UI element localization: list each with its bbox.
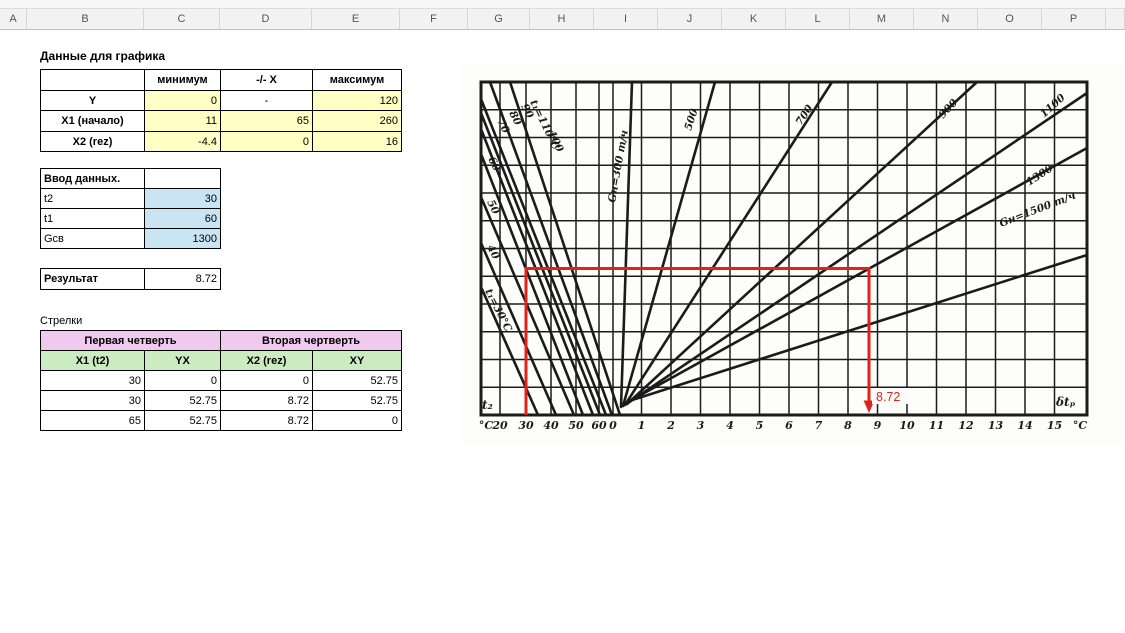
cell[interactable]: 52.75 [312, 370, 402, 391]
cell[interactable]: Результат [40, 268, 145, 290]
cell[interactable]: 0 [220, 370, 313, 391]
table-strelki: Первая четверть Вторая чертверть X1 (t2)… [40, 330, 402, 431]
spreadsheet-window: { "window": { "columns": ["A","B","C","D… [0, 0, 1125, 633]
cell[interactable]: 0 [144, 90, 221, 111]
axis-tick-label: 50 [568, 419, 584, 432]
axis-tick-label: 0 [609, 419, 617, 432]
axis-tick-label: 10 [899, 419, 915, 432]
column-header-K[interactable]: K [722, 9, 786, 29]
axis-tick-label: 9 [874, 419, 882, 432]
cell[interactable]: Первая четверть [40, 330, 221, 351]
axis-name-label: δtₚ [1055, 395, 1076, 409]
nomogram-svg: t₁=30°C405060708090100t₁=110°CGн=300 т/ч… [460, 63, 1125, 445]
axis-tick-label: 5 [756, 419, 764, 432]
axis-tick-label: 30 [518, 419, 534, 432]
axis-tick-label: 4 [726, 419, 734, 432]
axis-tick-label: 11 [929, 419, 944, 432]
cell[interactable]: 8.72 [220, 390, 313, 411]
column-header-I[interactable]: I [594, 9, 658, 29]
axis-tick-label: °C [1073, 419, 1088, 432]
column-header-G[interactable]: G [468, 9, 530, 29]
input-cell-t1[interactable]: 60 [144, 208, 221, 229]
column-header-A[interactable]: A [0, 9, 27, 29]
axis-name-label: t₂ [482, 398, 493, 412]
column-header-H[interactable]: H [530, 9, 594, 29]
cell[interactable] [40, 69, 145, 91]
axis-tick-label: 7 [815, 419, 823, 432]
column-header-N[interactable]: N [914, 9, 978, 29]
cell[interactable]: -4.4 [144, 131, 221, 152]
table-dannye-title[interactable]: Данные для графика [40, 49, 165, 63]
cell[interactable]: Вторая чертверть [220, 330, 402, 351]
cell[interactable]: минимум [144, 69, 221, 91]
column-header-partial [1106, 9, 1125, 29]
cell[interactable]: t2 [40, 188, 145, 209]
column-header-O[interactable]: O [978, 9, 1042, 29]
cell[interactable]: -/- X [220, 69, 313, 91]
axis-tick-label: 2 [666, 419, 675, 432]
cell[interactable]: 65 [220, 110, 313, 132]
cell[interactable]: X2 (rez) [40, 131, 145, 152]
column-header-F[interactable]: F [400, 9, 468, 29]
axis-tick-label: 3 [697, 419, 705, 432]
column-header-P[interactable]: P [1042, 9, 1106, 29]
input-cell-gsv[interactable]: 1300 [144, 228, 221, 249]
column-header-L[interactable]: L [786, 9, 850, 29]
column-header-row: ABCDEFGHIJKLMNOP [0, 8, 1125, 30]
column-header-J[interactable]: J [658, 9, 722, 29]
axis-tick-label: 1 [638, 419, 646, 432]
cell[interactable]: t1 [40, 208, 145, 229]
cell[interactable]: X2 (rez) [220, 350, 313, 371]
cell[interactable]: 260 [312, 110, 402, 132]
cell[interactable]: Ввод данных. [40, 168, 145, 189]
input-cell-t2[interactable]: 30 [144, 188, 221, 209]
cell[interactable]: 30 [40, 390, 145, 411]
nomogram-chart-image[interactable]: t₁=30°C405060708090100t₁=110°CGн=300 т/ч… [460, 55, 1125, 450]
column-header-B[interactable]: B [27, 9, 144, 29]
axis-tick-label: 14 [1017, 419, 1032, 432]
cell[interactable]: 16 [312, 131, 402, 152]
axis-tick-label: °C [479, 419, 494, 432]
axis-tick-label: 6 [785, 419, 793, 432]
red-result-label: 8.72 [876, 390, 900, 404]
cell[interactable]: 65 [40, 410, 145, 431]
cell[interactable] [144, 168, 221, 189]
cell[interactable]: XY [312, 350, 402, 371]
cell[interactable]: Y [40, 90, 145, 111]
column-header-E[interactable]: E [312, 9, 400, 29]
cell[interactable]: Gсв [40, 228, 145, 249]
cell[interactable]: 8.72 [220, 410, 313, 431]
table-rezultat: Результат 8.72 [40, 268, 221, 290]
cell[interactable]: 11 [144, 110, 221, 132]
cell[interactable]: 52.75 [312, 390, 402, 411]
cell[interactable]: 0 [312, 410, 402, 431]
cell[interactable]: YX [144, 350, 221, 371]
cell[interactable]: X1 (начало) [40, 110, 145, 132]
axis-tick-label: 40 [543, 419, 559, 432]
axis-tick-label: 15 [1047, 419, 1062, 432]
cell[interactable]: 52.75 [144, 410, 221, 431]
axis-tick-label: 60 [591, 419, 607, 432]
axis-tick-label: 13 [988, 419, 1004, 432]
cell[interactable]: максимум [312, 69, 402, 91]
table-strelki-title[interactable]: Стрелки [40, 315, 82, 327]
axis-tick-label: 12 [958, 419, 974, 432]
cell[interactable]: - [220, 90, 313, 111]
cell[interactable]: 120 [312, 90, 402, 111]
column-header-D[interactable]: D [220, 9, 312, 29]
cell[interactable]: 0 [220, 131, 313, 152]
axis-tick-label: 20 [491, 419, 508, 432]
result-cell[interactable]: 8.72 [144, 268, 221, 290]
column-header-C[interactable]: C [144, 9, 220, 29]
cell[interactable]: 52.75 [144, 390, 221, 411]
table-vvod: Ввод данных. t2 30 t1 60 Gсв 1300 [40, 168, 221, 249]
cell[interactable]: 30 [40, 370, 145, 391]
cell[interactable]: 0 [144, 370, 221, 391]
axis-tick-label: 8 [844, 419, 852, 432]
column-header-M[interactable]: M [850, 9, 914, 29]
table-dannye: минимум -/- X максимум Y 0 - 120 X1 (нач… [40, 69, 402, 152]
cell[interactable]: X1 (t2) [40, 350, 145, 371]
